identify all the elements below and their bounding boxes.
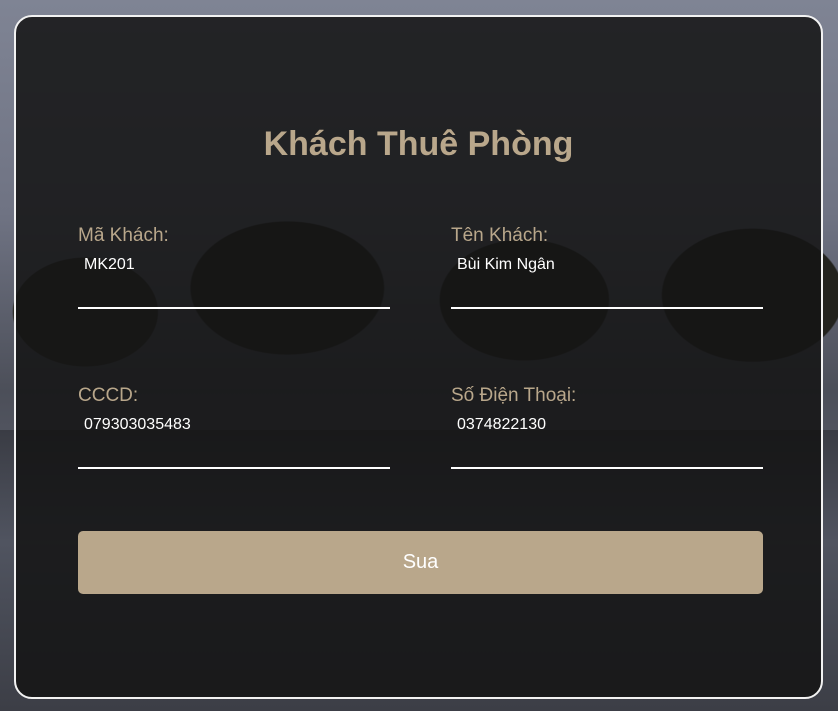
id-card-field: CCCD: 079303035483 [78, 385, 390, 469]
phone-field: Số Điện Thoại: 0374822130 [451, 385, 763, 469]
customer-name-underline [451, 307, 763, 309]
customer-id-label: Mã Khách: [78, 225, 169, 246]
id-card-label: CCCD: [78, 385, 139, 406]
customer-name-field: Tên Khách: Bùi Kim Ngân [451, 225, 763, 309]
form-title: Khách Thuê Phòng [263, 125, 574, 163]
phone-input[interactable]: 0374822130 [451, 415, 763, 435]
customer-name-input[interactable]: Bùi Kim Ngân [451, 255, 763, 275]
update-button[interactable]: Sua [78, 531, 763, 594]
customer-id-field: Mã Khách: MK201 [78, 225, 390, 309]
customer-form-card: Khách Thuê Phòng Mã Khách: MK201 Tên Khá… [14, 15, 823, 699]
phone-underline [451, 467, 763, 469]
customer-id-input[interactable]: MK201 [78, 255, 390, 275]
phone-label: Số Điện Thoại: [451, 385, 577, 406]
id-card-underline [78, 467, 390, 469]
customer-id-underline [78, 307, 390, 309]
id-card-input[interactable]: 079303035483 [78, 415, 390, 435]
customer-name-label: Tên Khách: [451, 225, 549, 246]
